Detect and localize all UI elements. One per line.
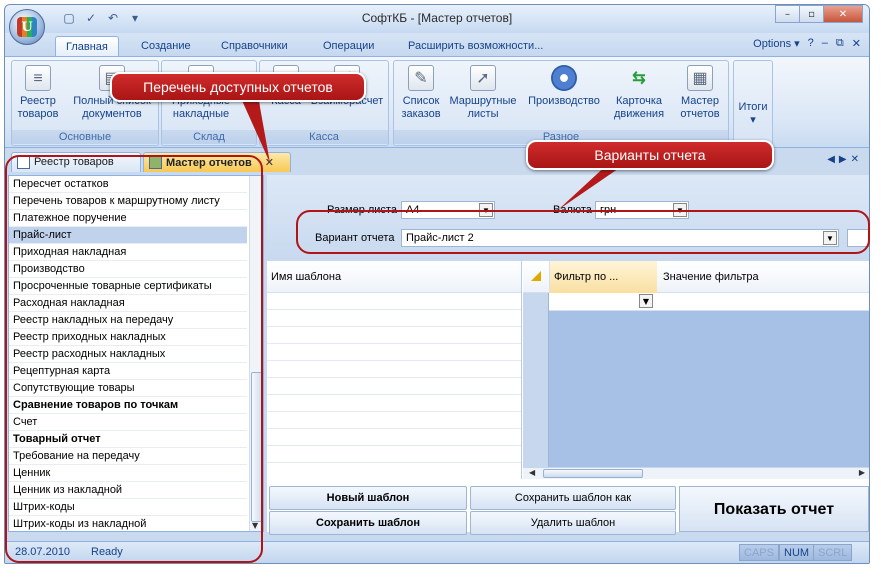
variants-callout: Варианты отчета (526, 140, 774, 170)
reports-callout-pointer (240, 96, 270, 163)
reports-list-callout: Перечень доступных отчетов (110, 72, 366, 102)
